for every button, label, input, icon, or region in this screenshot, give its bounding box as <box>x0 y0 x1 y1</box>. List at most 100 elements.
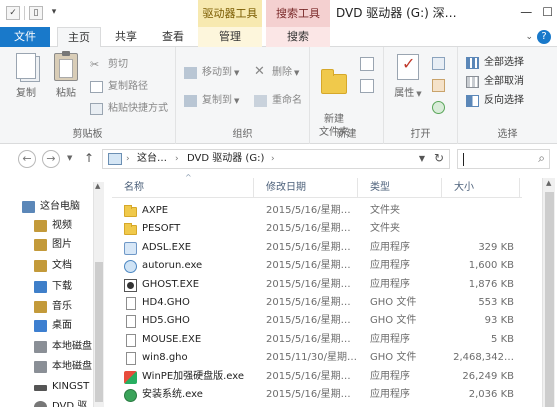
scroll-up-arrow-icon[interactable]: ▲ <box>95 182 100 190</box>
open-icon[interactable] <box>432 57 445 70</box>
nav-pane-scroll-thumb[interactable] <box>95 262 103 402</box>
select-none-label: 全部取消 <box>484 76 524 87</box>
file-file-icon <box>126 297 136 310</box>
nav-item-label: 文档 <box>52 260 72 271</box>
file-row[interactable]: ADSL.EXE 2015/5/16/星期… 应用程序 329 KB <box>112 239 522 257</box>
properties-icon <box>397 54 419 80</box>
breadcrumb-chevron-icon[interactable]: › <box>271 150 275 168</box>
move-to-button[interactable]: 移动到 ▼ <box>184 65 239 81</box>
file-size: 553 KB <box>478 297 514 308</box>
tab-home[interactable]: 主页 <box>57 27 101 48</box>
copy-path-icon <box>90 81 103 93</box>
delete-label: 删除 <box>272 67 292 78</box>
qat-dropdown-icon[interactable]: ▾ <box>47 6 61 20</box>
nav-item-music[interactable]: 音乐 <box>34 298 93 316</box>
new-folder-quick-icon[interactable]: ▯ <box>29 6 43 20</box>
file-row[interactable]: HD4.GHO 2015/5/16/星期… GHO 文件 553 KB <box>112 294 522 312</box>
history-icon[interactable] <box>432 101 445 114</box>
rename-icon <box>254 95 267 107</box>
breadcrumb-this-pc[interactable]: 这台… <box>137 150 167 168</box>
column-header-size[interactable]: 大小 <box>442 178 520 198</box>
file-date: 2015/5/16/星期… <box>266 223 351 235</box>
nav-item-documents[interactable]: 文档 <box>34 257 93 275</box>
back-arrow-icon[interactable]: ← <box>18 150 36 168</box>
quick-access-toolbar: ✓ ▯ ▾ <box>6 6 61 20</box>
nav-pane-scrollbar[interactable]: ▲ <box>93 182 104 407</box>
pictures-folder-icon <box>34 239 47 251</box>
search-tools-context-label: 搜索工具 <box>266 0 330 27</box>
file-row[interactable]: win8.gho 2015/11/30/星期… GHO 文件 2,468,342… <box>112 349 522 367</box>
scroll-up-arrow-icon[interactable]: ▲ <box>546 179 551 187</box>
easy-access-icon[interactable] <box>360 79 374 93</box>
move-to-icon <box>184 67 197 79</box>
nav-item-desktop[interactable]: 桌面 <box>34 317 93 335</box>
rename-button[interactable]: 重命名 <box>254 93 302 109</box>
column-header-name[interactable]: 名称 <box>112 178 254 198</box>
nav-item-this-pc[interactable]: 这台电脑 <box>22 198 94 216</box>
nav-item-downloads[interactable]: 下载 <box>34 278 93 296</box>
auto-file-icon <box>124 260 137 274</box>
maximize-icon[interactable]: ☐ <box>542 5 553 19</box>
file-name: GHOST.EXE <box>142 278 200 290</box>
copy-to-button[interactable]: 复制到 ▼ <box>184 93 239 109</box>
minimize-icon[interactable]: — <box>520 5 532 19</box>
file-list-scrollbar[interactable]: ▲ <box>542 178 555 407</box>
file-date: 2015/5/16/星期… <box>266 315 351 327</box>
paste-shortcut-button[interactable]: 粘贴快捷方式 <box>90 101 168 117</box>
search-icon[interactable]: ⌕ <box>538 151 545 166</box>
up-arrow-icon[interactable]: ↑ <box>84 151 94 165</box>
file-type: 应用程序 <box>370 333 410 345</box>
properties-button[interactable]: 属性▼ <box>388 51 428 101</box>
new-group-label: 新建 <box>336 129 357 140</box>
nav-item-dvd-drive[interactable]: DVD 驱 <box>34 398 93 407</box>
file-date: 2015/5/16/星期… <box>266 278 351 290</box>
new-item-icon[interactable] <box>360 57 374 71</box>
breadcrumb-dvd-drive[interactable]: DVD 驱动器 (G:) <box>187 150 264 168</box>
search-input[interactable]: ⌕ <box>457 149 550 169</box>
column-header-date[interactable]: 修改日期 <box>254 178 358 198</box>
address-dropdown-icon[interactable]: ▼ <box>419 154 425 163</box>
file-row[interactable]: MOUSE.EXE 2015/5/16/星期… 应用程序 5 KB <box>112 331 522 349</box>
tab-manage[interactable]: 管理 <box>198 27 262 47</box>
nav-item-local-disk-2[interactable]: 本地磁盘 <box>34 358 93 376</box>
recent-locations-dropdown-icon[interactable]: ▼ <box>67 154 72 162</box>
refresh-icon[interactable]: ↻ <box>434 151 444 165</box>
file-row[interactable]: autorun.exe 2015/5/16/星期… 应用程序 1,600 KB <box>112 257 522 275</box>
column-header-type[interactable]: 类型 <box>358 178 442 198</box>
chevron-down-icon[interactable]: ⌄ <box>525 32 533 42</box>
file-row[interactable]: WinPE加强硬盘版.exe 2015/5/16/星期… 应用程序 26,249 KB <box>112 368 522 386</box>
window-controls: — ☐ <box>520 5 553 19</box>
nav-item-usb-drive[interactable]: KINGST <box>34 378 93 396</box>
file-row[interactable]: 安装系统.exe 2015/5/16/星期… 应用程序 2,036 KB <box>112 386 522 404</box>
file-file-icon <box>126 315 136 329</box>
paste-button[interactable]: 粘贴 <box>46 51 86 100</box>
tab-search[interactable]: 搜索 <box>266 27 330 47</box>
tab-file[interactable]: 文件 <box>0 27 50 47</box>
copy-path-button[interactable]: 复制路径 <box>90 79 148 95</box>
tab-share[interactable]: 共享 <box>105 27 147 47</box>
nav-item-local-disk[interactable]: 本地磁盘 <box>34 338 93 356</box>
file-list-scroll-thumb[interactable] <box>545 192 554 407</box>
nav-item-pictures[interactable]: 图片 <box>34 236 93 254</box>
select-none-button[interactable]: 全部取消 <box>466 74 524 90</box>
address-bar[interactable]: › 这台… › DVD 驱动器 (G:) › ▼ ↻ <box>102 149 450 169</box>
invert-selection-button[interactable]: 反向选择 <box>466 93 524 109</box>
file-row[interactable]: HD5.GHO 2015/5/16/星期… GHO 文件 93 KB <box>112 312 522 330</box>
file-row[interactable]: GHOST.EXE 2015/5/16/星期… 应用程序 1,876 KB <box>112 276 522 294</box>
properties-quick-icon[interactable]: ✓ <box>6 6 20 20</box>
edit-icon[interactable] <box>432 79 445 92</box>
delete-button[interactable]: ✕ 删除 ▼ <box>254 64 299 81</box>
help-icon[interactable]: ? <box>537 30 551 44</box>
file-row[interactable]: AXPE 2015/5/16/星期… 文件夹 <box>112 202 522 220</box>
select-all-button[interactable]: 全部选择 <box>466 55 524 71</box>
drive-tools-context-label: 驱动器工具 <box>198 0 262 27</box>
copy-button[interactable]: 复制 <box>6 51 46 100</box>
tab-view[interactable]: 查看 <box>152 27 194 47</box>
forward-arrow-icon[interactable]: → <box>42 150 60 168</box>
file-date: 2015/5/16/星期… <box>266 333 351 345</box>
cut-button[interactable]: ✂ 剪切 <box>90 57 128 73</box>
breadcrumb-chevron-icon[interactable]: › <box>126 150 130 168</box>
file-row[interactable]: PESOFT 2015/5/16/星期… 文件夹 <box>112 220 522 238</box>
nav-item-videos[interactable]: 视频 <box>34 217 93 235</box>
breadcrumb-chevron-icon[interactable]: › <box>175 150 179 168</box>
